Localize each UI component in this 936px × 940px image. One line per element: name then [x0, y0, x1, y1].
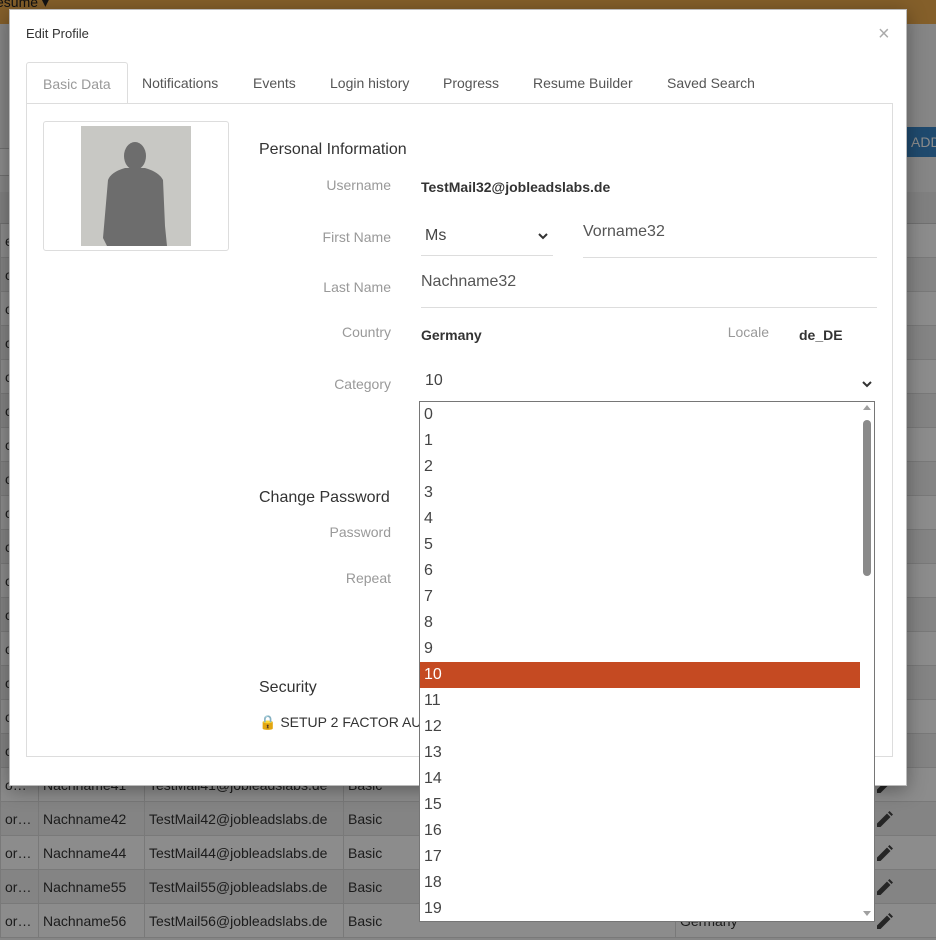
- tab-resume-builder[interactable]: Resume Builder: [517, 62, 649, 104]
- password-label: Password: [329, 524, 391, 540]
- dropdown-option[interactable]: 11: [420, 688, 860, 714]
- username-value: TestMail32@jobleadslabs.de: [421, 179, 611, 195]
- setup-2fa-link[interactable]: 🔒 SETUP 2 FACTOR AU: [259, 714, 421, 731]
- first-name-label: First Name: [322, 229, 391, 245]
- category-select[interactable]: 10: [421, 366, 877, 402]
- dropdown-option[interactable]: 8: [420, 610, 860, 636]
- last-name-input[interactable]: Nachname32: [421, 270, 877, 308]
- dropdown-option[interactable]: 16: [420, 818, 860, 844]
- dropdown-option[interactable]: 14: [420, 766, 860, 792]
- tab-events[interactable]: Events: [237, 62, 312, 104]
- locale-label: Locale: [727, 324, 769, 340]
- salutation-value: Ms: [425, 227, 447, 244]
- tab-bar: Basic Data Notifications Events Login hi…: [26, 62, 893, 104]
- category-label: Category: [334, 376, 391, 392]
- tab-notifications[interactable]: Notifications: [126, 62, 234, 104]
- person-silhouette-icon: [81, 126, 191, 246]
- salutation-select[interactable]: Ms: [421, 216, 553, 256]
- tab-saved-search[interactable]: Saved Search: [651, 62, 771, 104]
- dropdown-scrollbar[interactable]: [860, 402, 874, 921]
- change-password-heading: Change Password: [259, 489, 390, 506]
- scroll-down-arrow-icon[interactable]: [863, 911, 871, 916]
- dropdown-option[interactable]: 17: [420, 844, 860, 870]
- scroll-up-arrow-icon[interactable]: [863, 405, 871, 410]
- dropdown-option[interactable]: 10: [420, 662, 860, 688]
- dropdown-option[interactable]: 9: [420, 636, 860, 662]
- dropdown-option[interactable]: 13: [420, 740, 860, 766]
- dropdown-option[interactable]: 7: [420, 584, 860, 610]
- repeat-password-label: Repeat: [345, 570, 391, 586]
- tab-progress[interactable]: Progress: [427, 62, 515, 104]
- dropdown-option[interactable]: 5: [420, 532, 860, 558]
- lock-icon: 🔒: [259, 714, 277, 730]
- scrollbar-thumb[interactable]: [863, 420, 871, 576]
- dropdown-option[interactable]: 12: [420, 714, 860, 740]
- locale-value: de_DE: [799, 327, 843, 343]
- tab-login-history[interactable]: Login history: [314, 62, 425, 104]
- username-label: Username: [326, 177, 391, 193]
- avatar[interactable]: [43, 121, 229, 251]
- dropdown-option[interactable]: 4: [420, 506, 860, 532]
- tab-basic-data[interactable]: Basic Data: [26, 62, 128, 104]
- dropdown-option[interactable]: 18: [420, 870, 860, 896]
- dropdown-option[interactable]: 15: [420, 792, 860, 818]
- security-heading: Security: [259, 679, 317, 696]
- dropdown-option[interactable]: 3: [420, 480, 860, 506]
- first-name-input[interactable]: Vorname32: [583, 220, 877, 258]
- dropdown-option[interactable]: 2: [420, 454, 860, 480]
- dropdown-option[interactable]: 19: [420, 896, 860, 921]
- personal-information-heading: Personal Information: [259, 141, 407, 158]
- last-name-label: Last Name: [323, 279, 391, 295]
- setup-2fa-label: SETUP 2 FACTOR AU: [280, 714, 422, 730]
- country-value: Germany: [421, 327, 482, 343]
- chevron-down-icon: [862, 381, 872, 388]
- modal-title: Edit Profile: [26, 26, 89, 41]
- dropdown-option[interactable]: 0: [420, 402, 860, 428]
- dropdown-option[interactable]: 6: [420, 558, 860, 584]
- dropdown-option[interactable]: 1: [420, 428, 860, 454]
- category-value: 10: [425, 372, 443, 389]
- category-dropdown-list[interactable]: 0 1 2 3 4 5 6 7 8 9 10 11 12 13 14 15 16 17 18 19: [419, 401, 875, 922]
- chevron-down-icon: [538, 233, 548, 240]
- country-label: Country: [341, 324, 391, 340]
- close-icon[interactable]: ×: [878, 24, 890, 44]
